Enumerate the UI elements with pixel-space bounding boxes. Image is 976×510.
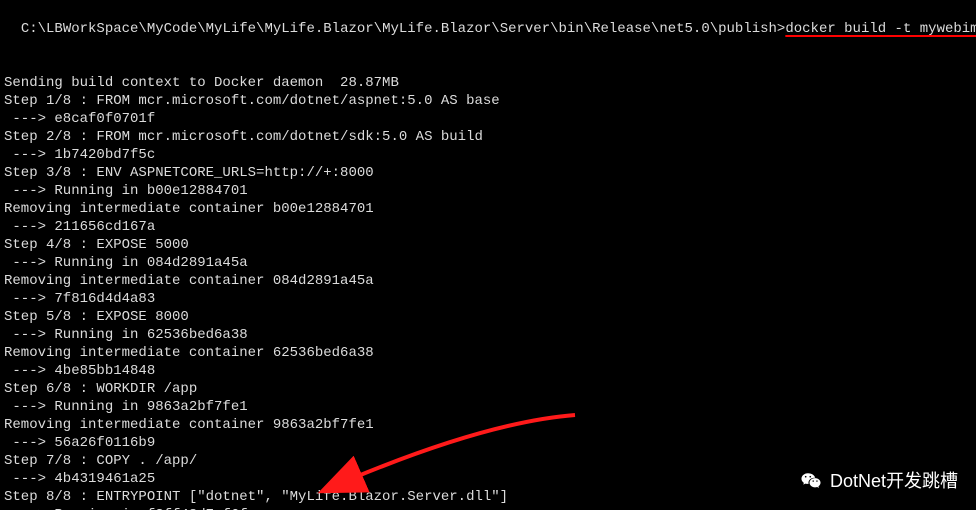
output-line: ---> 211656cd167a [4,218,972,236]
output-line: Step 4/8 : EXPOSE 5000 [4,236,972,254]
output-line: Step 1/8 : FROM mcr.microsoft.com/dotnet… [4,92,972,110]
prompt-path: C:\LBWorkSpace\MyCode\MyLife\MyLife.Blaz… [21,21,786,37]
terminal-output[interactable]: C:\LBWorkSpace\MyCode\MyLife\MyLife.Blaz… [0,0,976,510]
output-lines: Sending build context to Docker daemon 2… [4,56,972,510]
output-line: ---> Running in b00e12884701 [4,182,972,200]
output-line: ---> Running in 084d2891a45a [4,254,972,272]
output-line: Removing intermediate container 084d2891… [4,272,972,290]
output-line: Step 5/8 : EXPOSE 8000 [4,308,972,326]
output-line [4,56,972,74]
wechat-icon [800,470,822,492]
output-line: Step 2/8 : FROM mcr.microsoft.com/dotnet… [4,128,972,146]
output-line: Step 3/8 : ENV ASPNETCORE_URLS=http://+:… [4,164,972,182]
prompt-line: C:\LBWorkSpace\MyCode\MyLife\MyLife.Blaz… [21,20,976,38]
output-line: ---> 56a26f0116b9 [4,434,972,452]
watermark: DotNet开发跳槽 [800,470,958,492]
output-line: Removing intermediate container 62536bed… [4,344,972,362]
output-line: ---> Running in 9863a2bf7fe1 [4,398,972,416]
watermark-text: DotNet开发跳槽 [830,472,958,490]
output-line: Step 7/8 : COPY . /app/ [4,452,972,470]
output-line: Removing intermediate container 9863a2bf… [4,416,972,434]
output-line: Removing intermediate container b00e1288… [4,200,972,218]
output-line: ---> 1b7420bd7f5c [4,146,972,164]
output-line: ---> 7f816d4d4a83 [4,290,972,308]
docker-command: docker build -t mywebimages . [785,21,976,37]
output-line: ---> 4be85bb14848 [4,362,972,380]
output-line: ---> Running in 62536bed6a38 [4,326,972,344]
output-line: ---> e8caf0f0701f [4,110,972,128]
output-line: Sending build context to Docker daemon 2… [4,74,972,92]
output-line: ---> Running in f3ff48d7af6f [4,506,972,510]
output-line: Step 6/8 : WORKDIR /app [4,380,972,398]
